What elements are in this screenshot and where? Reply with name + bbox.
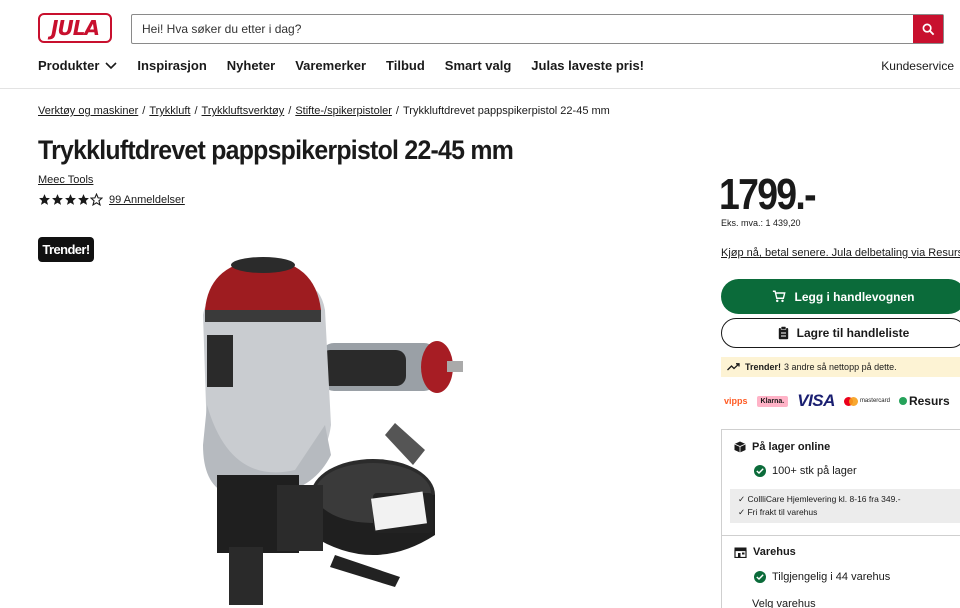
choose-store-link[interactable]: Velg varehus <box>752 598 816 608</box>
delivery-option: ✓ Fri frakt til varehus <box>738 507 818 517</box>
search-bar <box>131 14 944 44</box>
stock-divider <box>722 535 960 536</box>
vipps-logo: vipps <box>724 396 748 406</box>
nav-label: Tilbud <box>386 58 425 73</box>
delivery-options: ✓ CollliCare Hjemlevering kl. 8-16 fra 3… <box>730 489 960 523</box>
trending-up-icon <box>727 363 740 371</box>
breadcrumb-link[interactable]: Trykkluftsverktøy <box>202 105 285 117</box>
clipboard-icon <box>778 326 788 340</box>
product-rating[interactable]: 99 Anmeldelser <box>38 193 185 206</box>
nav-smart-valg[interactable]: Smart valg <box>445 58 511 73</box>
search-icon <box>922 23 934 35</box>
trending-badge: Trender! <box>38 237 94 262</box>
mastercard-circle-orange <box>848 396 858 406</box>
logo-text: JULA <box>51 16 100 40</box>
add-to-cart-button[interactable]: Legg i handlevognen <box>721 279 960 314</box>
brand-link[interactable]: Meec Tools <box>38 174 93 186</box>
box-icon <box>734 441 746 453</box>
jula-logo[interactable]: JULA <box>38 13 112 43</box>
header-divider <box>0 88 960 89</box>
save-to-list-button[interactable]: Lagre til handleliste <box>721 318 960 348</box>
delivery-option: ✓ CollliCare Hjemlevering kl. 8-16 fra 3… <box>738 494 901 504</box>
check-circle-icon <box>754 571 766 583</box>
product-price: 1799.- <box>719 170 817 219</box>
add-to-cart-label: Legg i handlevognen <box>794 289 915 304</box>
nav-label: Produkter <box>38 58 100 73</box>
trend-text: 3 andre så nettopp på dette. <box>784 362 897 372</box>
resurs-dot-icon <box>898 397 907 405</box>
nav-produkter[interactable]: Produkter <box>38 58 117 73</box>
resurs-text: Resurs <box>908 394 950 408</box>
nav-label: Varemerker <box>295 58 367 73</box>
star-filled-icon <box>52 194 63 205</box>
mastercard-logo: mastercard <box>843 396 890 406</box>
check-circle-icon <box>754 465 766 477</box>
rating-stars <box>38 193 103 206</box>
nav-label: Nyheter <box>226 58 276 73</box>
store-stock-heading: Varehus <box>734 546 796 558</box>
online-stock-heading: På lager online <box>734 441 830 453</box>
stock-panel: På lager online 100+ stk på lager ✓ Coll… <box>721 429 960 608</box>
star-empty-icon <box>90 193 103 206</box>
search-button[interactable] <box>913 15 943 43</box>
breadcrumb-link[interactable]: Stifte-/spikerpistoler <box>295 105 392 117</box>
delivery-option-text: CollliCare Hjemlevering kl. 8-16 fra 349… <box>747 494 901 504</box>
online-stock-status: 100+ stk på lager <box>754 465 857 477</box>
reviews-link[interactable]: 99 Anmeldelser <box>109 194 185 206</box>
cart-icon <box>773 290 787 303</box>
save-to-list-label: Lagre til handleliste <box>796 326 910 340</box>
product-image[interactable] <box>185 255 475 608</box>
search-input[interactable] <box>132 15 913 43</box>
breadcrumb-current: Trykkluftdrevet pappspikerpistol 22-45 m… <box>402 105 610 117</box>
price-ex-vat: Eks. mva.: 1 439,20 <box>721 218 801 228</box>
resurs-logo: Resurs <box>898 394 950 408</box>
customer-service-link[interactable]: Kundeservice <box>881 59 954 73</box>
klarna-logo: Klarna. <box>756 395 789 407</box>
nav-label: Julas laveste pris! <box>531 58 645 73</box>
chevron-down-icon <box>105 62 117 70</box>
store-icon <box>734 547 747 558</box>
delivery-option-text: Fri frakt til varehus <box>747 507 818 517</box>
online-stock-title: På lager online <box>752 441 831 453</box>
nav-label: Smart valg <box>444 58 512 73</box>
installment-link[interactable]: Kjøp nå, betal senere. Jula delbetaling … <box>721 247 960 259</box>
star-filled-icon <box>39 194 50 205</box>
breadcrumb-link[interactable]: Verktøy og maskiner <box>38 105 138 117</box>
store-stock-title: Varehus <box>753 546 796 558</box>
nav-inspirasjon[interactable]: Inspirasjon <box>137 58 206 73</box>
nav-tilbud[interactable]: Tilbud <box>386 58 425 73</box>
trending-notice: Trender! 3 andre så nettopp på dette. <box>721 357 960 377</box>
product-title: Trykkluftdrevet pappspikerpistol 22-45 m… <box>38 135 514 165</box>
online-stock-text: 100+ stk på lager <box>772 465 857 477</box>
main-nav: Produkter Inspirasjon Nyheter Varemerker… <box>38 58 664 73</box>
star-filled-icon <box>78 194 89 205</box>
nav-laveste-pris[interactable]: Julas laveste pris! <box>531 58 644 73</box>
mastercard-text: mastercard <box>859 398 890 404</box>
star-filled-icon <box>65 194 76 205</box>
nav-nyheter[interactable]: Nyheter <box>227 58 275 73</box>
breadcrumb: Verktøy og maskiner / Trykkluft / Trykkluf… <box>38 105 610 117</box>
trend-label: Trender! <box>745 362 782 372</box>
nav-label: Inspirasjon <box>137 58 207 73</box>
store-stock-status: Tilgjengelig i 44 varehus <box>754 571 890 583</box>
breadcrumb-link[interactable]: Trykkluft <box>149 105 190 117</box>
payment-methods: vipps Klarna. VISA mastercard Resurs <box>724 391 959 410</box>
nav-varemerker[interactable]: Varemerker <box>295 58 366 73</box>
visa-logo: VISA <box>797 391 835 410</box>
store-stock-text: Tilgjengelig i 44 varehus <box>772 571 891 583</box>
